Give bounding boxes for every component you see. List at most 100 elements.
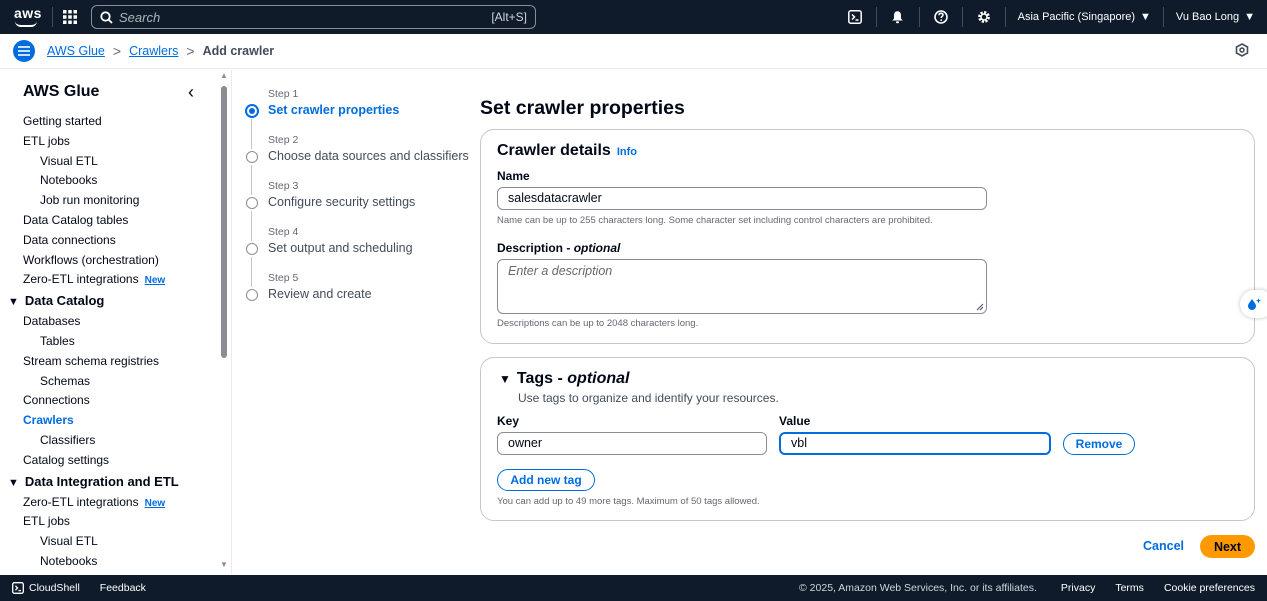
sidebar-item[interactable]: Connections (0, 391, 218, 411)
new-badge: New (144, 275, 166, 287)
breadcrumb-current: Add crawler (202, 44, 275, 58)
sidebar-section-header[interactable]: ▼ Data Catalog (0, 290, 218, 312)
search-input[interactable]: Search [Alt+S] (91, 5, 536, 29)
wizard-step-2: Step 2 Choose data sources and classifier… (244, 132, 474, 195)
tags-heading[interactable]: ▼ Tags - optional (499, 370, 629, 388)
scroll-up-icon[interactable]: ▲ (220, 71, 228, 80)
sidebar-section-header[interactable]: ▼ Data Integration and ETL (0, 471, 218, 493)
sidebar-scrollbar[interactable] (221, 86, 227, 358)
sidebar-item[interactable]: Crawlers (0, 411, 218, 431)
wizard-step-3: Step 3 Configure security settings (244, 178, 474, 241)
sidebar-title: AWS Glue (23, 83, 100, 100)
terms-link[interactable]: Terms (1115, 582, 1144, 594)
sidebar-item[interactable]: ETL jobs (0, 132, 218, 152)
search-shortcut: [Alt+S] (491, 10, 527, 24)
tags-description: Use tags to organize and identify your r… (518, 391, 779, 405)
cookie-preferences-link[interactable]: Cookie preferences (1164, 582, 1255, 594)
caret-down-icon: ▼ (1244, 11, 1255, 23)
sidebar-item[interactable]: Visual ETL (0, 532, 218, 552)
sidebar-item[interactable]: Getting started (0, 112, 218, 132)
region-selector[interactable]: Asia Pacific (Singapore) ▼ (1006, 11, 1163, 23)
search-icon (100, 10, 113, 24)
page-title: Set crawler properties (480, 97, 685, 119)
hamburger-icon (18, 46, 30, 56)
feedback-link[interactable]: Feedback (100, 582, 146, 594)
sidebar-item[interactable]: Catalog settings (0, 451, 218, 471)
top-navigation: aws Search [Alt+S] Asia Pacific (Singapo… (0, 0, 1267, 34)
tag-key-input[interactable]: owner (497, 432, 767, 455)
help-icon[interactable] (920, 10, 962, 24)
hexagon-settings-icon[interactable] (1235, 42, 1249, 60)
sidebar-nav: Getting started ETL jobs Visual ETL Noteboo… (0, 112, 218, 572)
sidebar-item[interactable]: Schemas (0, 372, 218, 392)
chevron-right-icon: > (186, 43, 195, 59)
sidebar-item[interactable]: Data Catalog tables (0, 211, 218, 231)
services-menu-icon[interactable] (53, 10, 87, 24)
cloudshell-icon[interactable] (834, 10, 876, 24)
sidebar-item[interactable]: Job run monitoring (0, 191, 218, 211)
resize-handle-icon[interactable] (976, 303, 984, 311)
bell-icon[interactable] (877, 10, 919, 24)
menu-toggle-button[interactable] (13, 40, 35, 62)
scroll-down-icon[interactable]: ▼ (220, 560, 228, 569)
cloudshell-button[interactable]: CloudShell (12, 582, 80, 594)
collapse-sidebar-icon[interactable]: ‹ (188, 82, 194, 103)
breadcrumb-aws-glue[interactable]: AWS Glue (47, 44, 105, 58)
caret-down-icon: ▼ (1140, 11, 1151, 23)
step-indicator-icon (246, 197, 258, 209)
cancel-button[interactable]: Cancel (1143, 539, 1184, 553)
sidebar-item[interactable]: Databases (0, 312, 218, 332)
gear-icon[interactable] (963, 10, 1005, 24)
tags-panel: ▼ Tags - optional Use tags to organize an… (480, 357, 1255, 521)
key-label: Key (497, 414, 520, 428)
caret-down-icon: ▼ (8, 476, 19, 489)
description-label: Description - optional (497, 241, 621, 255)
aws-logo[interactable]: aws (12, 0, 52, 34)
copyright-text: © 2025, Amazon Web Services, Inc. or its… (799, 582, 1037, 594)
step-number: Step 4 (268, 226, 299, 238)
cloudshell-icon (12, 582, 24, 594)
step-name: Review and create (268, 287, 372, 301)
step-number: Step 5 (268, 272, 299, 284)
sidebar-item[interactable]: Tables (0, 332, 218, 352)
crawler-details-heading: Crawler details Info (497, 142, 637, 159)
breadcrumb: AWS Glue > Crawlers > Add crawler (47, 43, 274, 59)
value-label: Value (779, 414, 811, 428)
step-current-indicator-icon (245, 104, 259, 118)
new-badge: New (144, 497, 166, 509)
name-input[interactable]: salesdatacrawler (497, 187, 987, 210)
name-hint: Name can be up to 255 characters long. S… (497, 215, 933, 226)
info-link[interactable]: Info (617, 146, 637, 158)
sidebar-item[interactable]: Data connections (0, 231, 218, 251)
sidebar-item[interactable]: Notebooks (0, 171, 218, 191)
tag-value-input[interactable]: vbl (779, 432, 1051, 455)
add-new-tag-button[interactable]: Add new tag (497, 469, 595, 491)
description-textarea[interactable]: Enter a description (497, 259, 987, 314)
breadcrumb-crawlers[interactable]: Crawlers (129, 44, 178, 58)
caret-down-icon: ▼ (8, 296, 19, 309)
footer: CloudShell Feedback © 2025, Amazon Web S… (0, 575, 1267, 601)
next-button[interactable]: Next (1200, 535, 1255, 558)
sidebar-item[interactable]: Workflows (orchestration) (0, 251, 218, 271)
description-hint: Descriptions can be up to 2048 character… (497, 318, 699, 329)
sidebar-item[interactable]: ETL jobs (0, 512, 218, 532)
assistant-sparkle-icon[interactable] (1240, 290, 1267, 318)
remove-tag-button[interactable]: Remove (1063, 433, 1135, 455)
breadcrumb-bar: AWS Glue > Crawlers > Add crawler (0, 34, 1267, 69)
sidebar: AWS Glue ‹ Getting started ETL jobs Visual… (0, 70, 232, 574)
sidebar-item[interactable]: Stream schema registries (0, 352, 218, 372)
user-menu[interactable]: Vu Bao Long ▼ (1164, 11, 1267, 23)
name-label: Name (497, 169, 530, 183)
step-indicator-icon (246, 243, 258, 255)
step-name: Configure security settings (268, 195, 416, 209)
crawler-details-panel: Crawler details Info Name salesdatacrawle… (480, 129, 1255, 344)
chevron-right-icon: > (112, 43, 122, 59)
sidebar-item[interactable]: Classifiers (0, 431, 218, 451)
privacy-link[interactable]: Privacy (1061, 582, 1095, 594)
sidebar-item[interactable]: Zero-ETL integrations New (0, 493, 218, 513)
wizard-step-4: Step 4 Set output and scheduling (244, 224, 474, 287)
sidebar-item[interactable]: Zero-ETL integrations New (0, 270, 218, 290)
sidebar-item[interactable]: Visual ETL (0, 152, 218, 172)
sidebar-item[interactable]: Notebooks (0, 552, 218, 572)
step-name: Set crawler properties (268, 103, 400, 117)
